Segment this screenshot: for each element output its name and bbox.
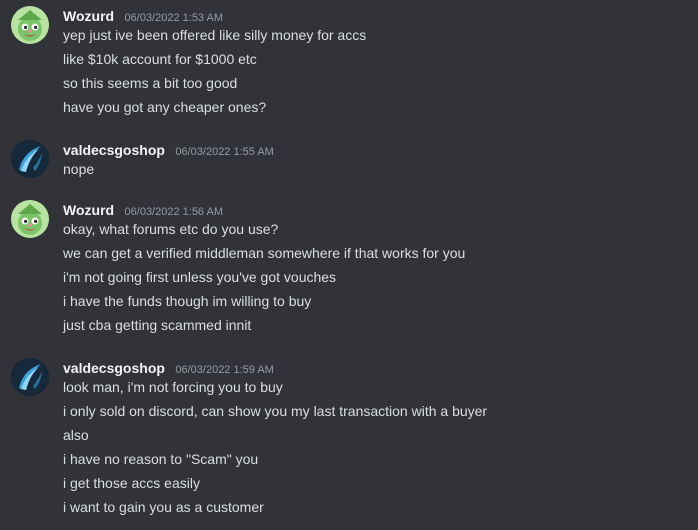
message-text: we can get a verified middleman somewher… — [63, 245, 466, 261]
message-header: Wozurd 06/03/2022 1:53 AM — [63, 6, 223, 26]
username[interactable]: Wozurd — [63, 202, 114, 218]
message-header: valdecsgoshop 06/03/2022 1:55 AM — [63, 140, 274, 160]
goblin-avatar-icon — [11, 200, 49, 238]
user-avatar[interactable] — [11, 140, 49, 178]
message-text: so this seems a bit too good — [63, 75, 238, 91]
timestamp[interactable]: 06/03/2022 1:56 AM — [125, 206, 223, 218]
timestamp[interactable]: 06/03/2022 1:59 AM — [175, 364, 273, 376]
message-text: i get those accs easily — [63, 475, 200, 491]
user-avatar[interactable] — [11, 358, 49, 396]
blade-avatar-icon — [11, 358, 49, 396]
message-text: just cba getting scammed innit — [63, 317, 252, 333]
message-header: Wozurd 06/03/2022 1:56 AM — [63, 200, 223, 220]
timestamp[interactable]: 06/03/2022 1:53 AM — [125, 12, 223, 24]
message-text: i have the funds though im willing to bu… — [63, 293, 312, 309]
message-text: i want to gain you as a customer — [63, 499, 264, 515]
username[interactable]: valdecsgoshop — [63, 142, 165, 158]
username[interactable]: Wozurd — [63, 8, 114, 24]
blade-avatar-icon — [11, 140, 49, 178]
timestamp[interactable]: 06/03/2022 1:55 AM — [175, 146, 273, 158]
user-avatar[interactable] — [11, 6, 49, 44]
message-text: i only sold on discord, can show you my … — [63, 403, 488, 419]
goblin-avatar-icon — [11, 6, 49, 44]
message-text: also — [63, 427, 89, 443]
username[interactable]: valdecsgoshop — [63, 360, 165, 376]
message-text: yep just ive been offered like silly mon… — [63, 27, 367, 43]
message-text: like $10k account for $1000 etc — [63, 51, 257, 67]
message-text: i'm not going first unless you've got vo… — [63, 269, 337, 285]
message-text: look man, i'm not forcing you to buy — [63, 379, 283, 395]
message-text: have you got any cheaper ones? — [63, 99, 267, 115]
message-text: nope — [63, 161, 95, 177]
message-text: i have no reason to "Scam" you — [63, 451, 259, 467]
user-avatar[interactable] — [11, 200, 49, 238]
message-header: valdecsgoshop 06/03/2022 1:59 AM — [63, 358, 274, 378]
message-text: okay, what forums etc do you use? — [63, 221, 279, 237]
